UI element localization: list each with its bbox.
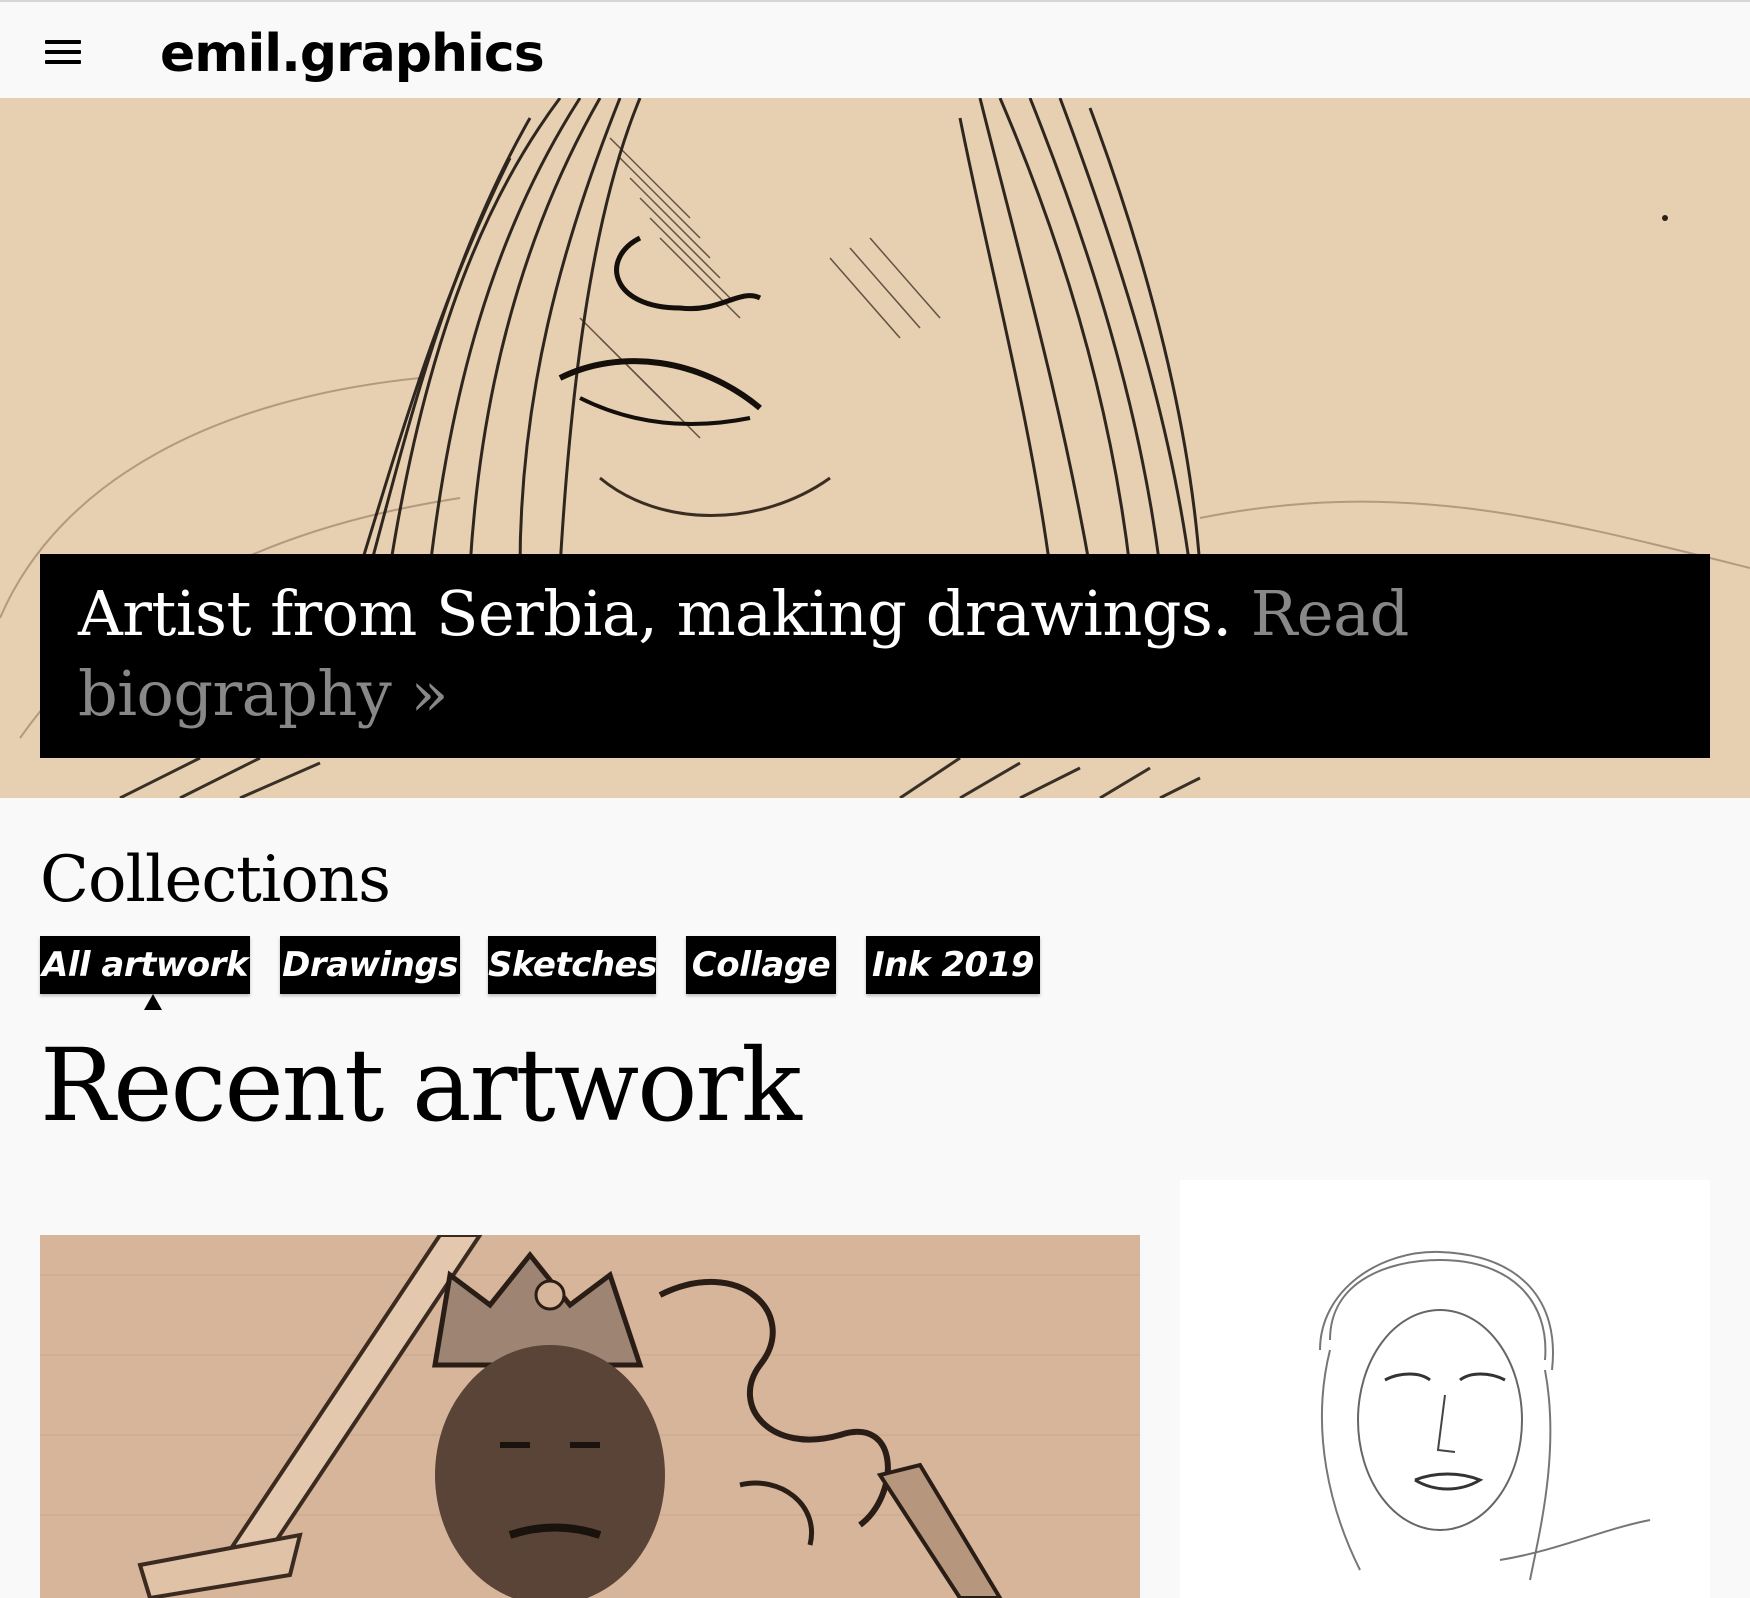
hero-tagline-text: Artist from Serbia, making drawings. (78, 577, 1232, 650)
recent-artwork-heading: Recent artwork (40, 1027, 802, 1144)
site-logo[interactable]: emil.graphics (160, 16, 545, 92)
hamburger-menu-button[interactable] (40, 32, 88, 72)
hero-banner: Artist from Serbia, making drawings. Rea… (40, 554, 1710, 758)
artwork-crowned-man-image (40, 1235, 1140, 1598)
artwork-card-crowned-man[interactable] (40, 1235, 1140, 1598)
artwork-card-woman-sketch[interactable] (1180, 1180, 1710, 1598)
collections-heading: Collections (40, 843, 391, 917)
hamburger-icon (45, 40, 81, 44)
tab-ink-2019[interactable]: Ink 2019 (866, 936, 1040, 994)
hamburger-icon-bar (45, 50, 81, 54)
tab-drawings[interactable]: Drawings (280, 936, 460, 994)
tab-all-artwork[interactable]: All artwork (40, 936, 250, 994)
hamburger-icon-bar (45, 60, 81, 64)
artwork-woman-sketch-image (1180, 1180, 1710, 1598)
tab-collage[interactable]: Collage (686, 936, 836, 994)
hero-section: Artist from Serbia, making drawings. Rea… (0, 98, 1750, 798)
site-header: emil.graphics (0, 2, 1750, 98)
hero-tagline: Artist from Serbia, making drawings. Rea… (78, 574, 1672, 734)
active-tab-indicator (144, 994, 162, 1010)
read-biography-arrow-icon: » (410, 657, 449, 730)
tab-sketches[interactable]: Sketches (488, 936, 657, 994)
